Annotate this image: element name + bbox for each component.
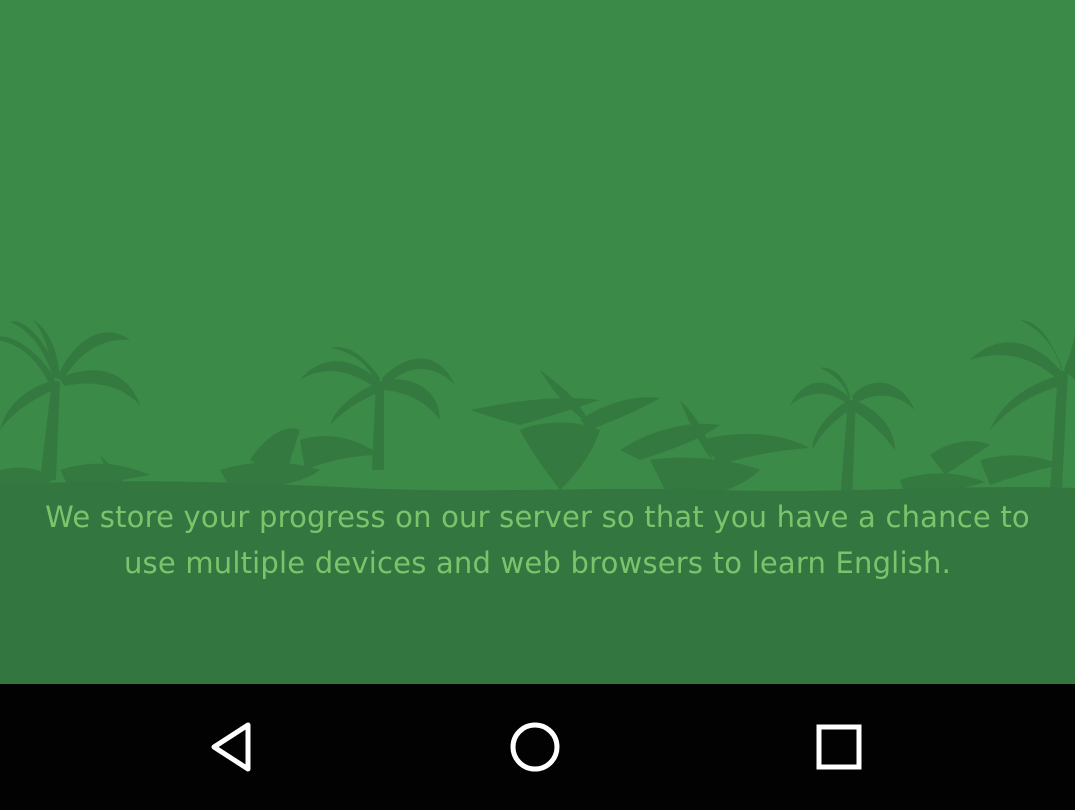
home-button[interactable] — [490, 702, 580, 792]
back-button[interactable] — [188, 702, 278, 792]
recents-button[interactable] — [794, 702, 884, 792]
app-content: We store your progress on our server so … — [0, 0, 1075, 684]
onboarding-message: We store your progress on our server so … — [45, 500, 1030, 580]
home-circle-icon — [510, 722, 560, 772]
phone-screen: We store your progress on our server so … — [0, 0, 1075, 810]
recents-square-icon — [816, 724, 862, 770]
system-navigation-bar — [0, 684, 1075, 810]
back-triangle-icon — [211, 722, 251, 772]
